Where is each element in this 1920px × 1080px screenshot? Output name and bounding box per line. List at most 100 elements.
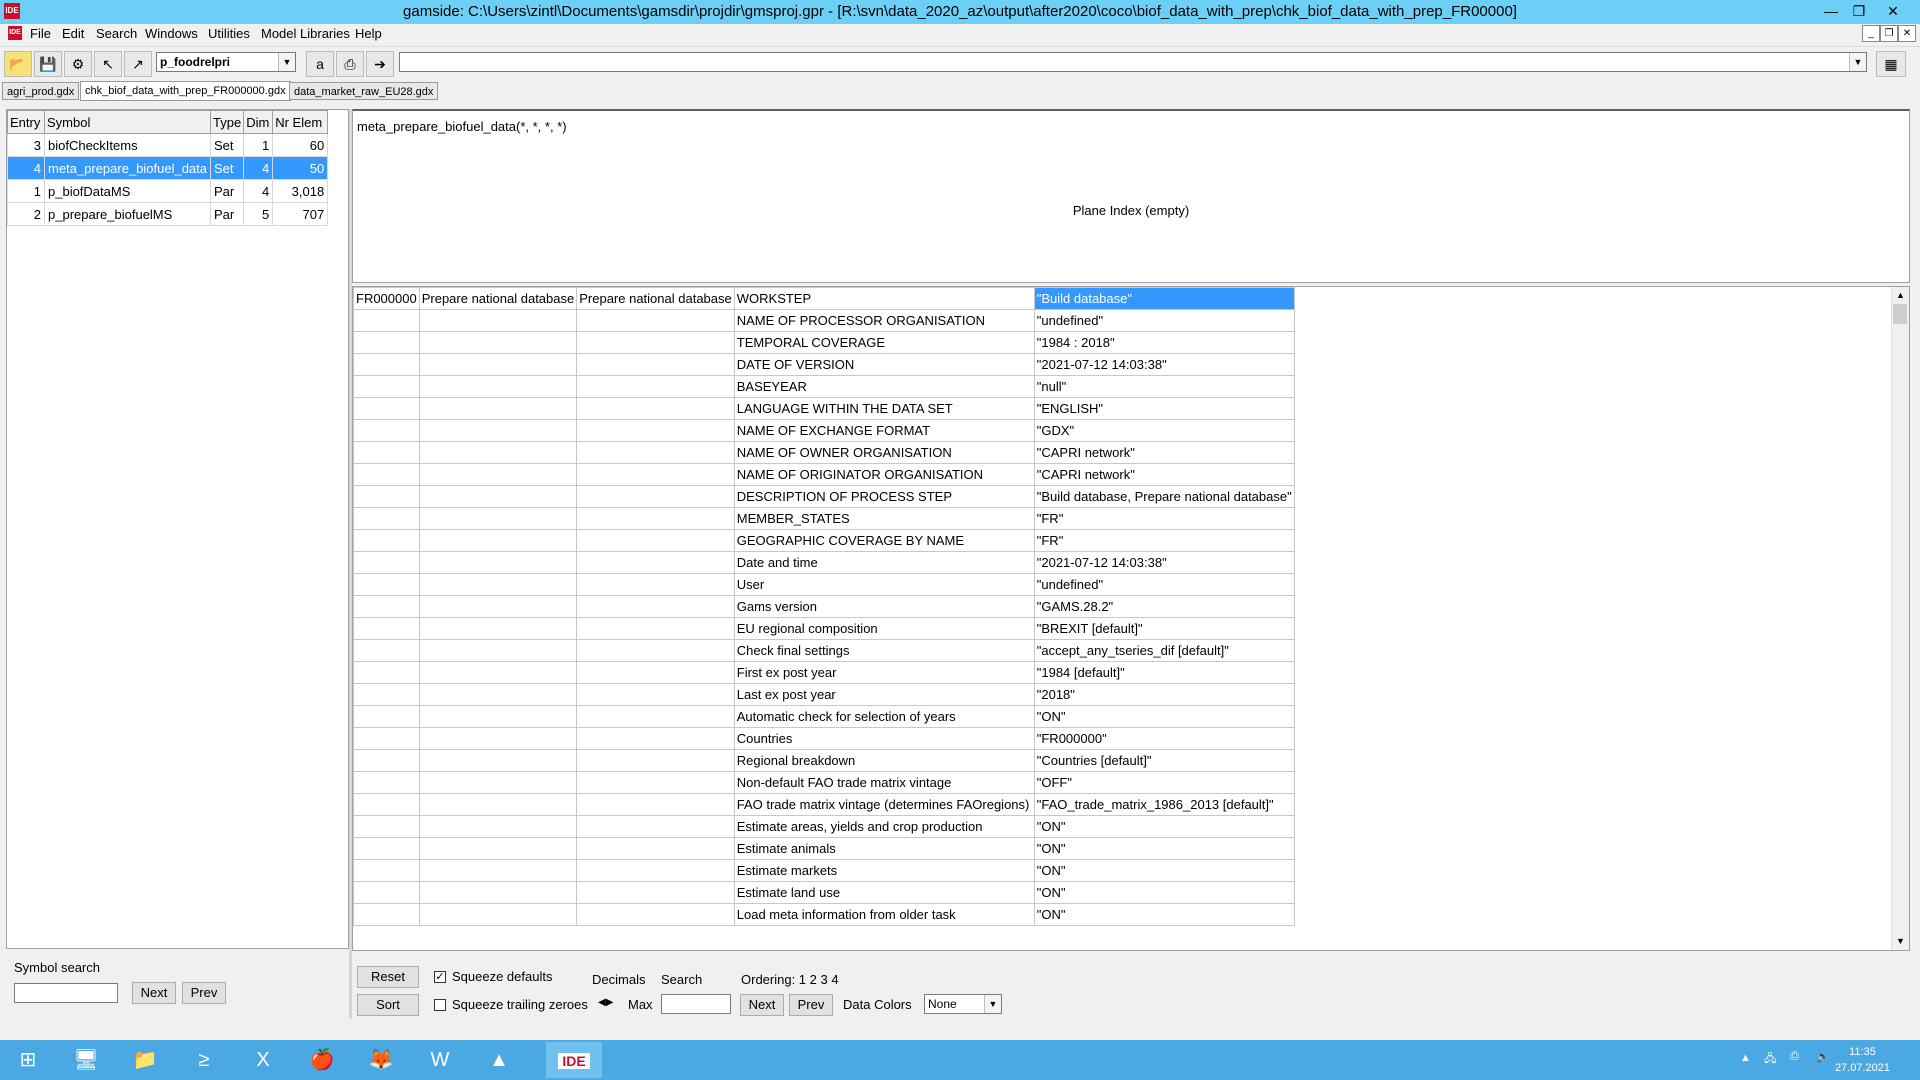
table-row[interactable]: Last ex post year "2018" [353, 683, 1295, 706]
table-row[interactable]: Estimate land use "ON" [353, 881, 1295, 904]
file-explorer-icon[interactable]: 📁 [117, 1042, 173, 1078]
export-icon[interactable]: ➔ [366, 51, 394, 77]
table-row[interactable]: LANGUAGE WITHIN THE DATA SET "ENGLISH" [353, 397, 1295, 420]
server-manager-icon[interactable]: 🖥 [58, 1042, 114, 1078]
decimals-spinner-icon[interactable]: ◀▶ [598, 997, 613, 1008]
col-dim[interactable]: Dim [243, 110, 274, 134]
cell-value[interactable]: "1984 [default]" [1033, 661, 1295, 684]
col-type[interactable]: Type [210, 110, 245, 134]
cell-value[interactable]: "ENGLISH" [1033, 397, 1295, 420]
run-icon[interactable]: ⚙ [64, 51, 92, 77]
save-icon[interactable]: 💾 [34, 51, 62, 77]
symbol-combo[interactable]: p_foodrelpri ▼ [156, 52, 296, 72]
cell-value[interactable]: "2021-07-12 14:03:38" [1033, 353, 1295, 376]
cell-value[interactable]: "FR" [1033, 507, 1295, 530]
fruit-app-icon[interactable]: 🍎 [294, 1042, 350, 1078]
cell-value[interactable]: "2021-07-12 14:03:38" [1033, 551, 1295, 574]
table-row[interactable]: FR000000 Prepare national database Prepa… [353, 287, 1295, 310]
table-row[interactable]: 3 biofCheckItems Set 1 60 [7, 133, 329, 157]
cell-value[interactable]: "undefined" [1033, 573, 1295, 596]
cell-value[interactable]: "CAPRI network" [1033, 441, 1295, 464]
col-entry[interactable]: Entry [7, 110, 45, 134]
tab-data-market[interactable]: data_market_raw_EU28.gdx [289, 82, 439, 100]
chevron-down-icon[interactable]: ▼ [1849, 53, 1866, 71]
command-combo[interactable]: ▼ [399, 52, 1867, 72]
cell-value[interactable]: "GAMS.28.2" [1033, 595, 1295, 618]
tab-agri-prod[interactable]: agri_prod.gdx [2, 82, 80, 100]
sort-button[interactable]: Sort [357, 994, 419, 1016]
menu-windows[interactable]: Windows [145, 26, 198, 41]
grid-search-input[interactable] [661, 994, 731, 1014]
a-button[interactable]: a [306, 51, 334, 77]
cell-value[interactable]: "2018" [1033, 683, 1295, 706]
chevron-down-icon[interactable]: ▼ [984, 995, 1001, 1013]
table-row[interactable]: Gams version "GAMS.28.2" [353, 595, 1295, 618]
start-windows-icon[interactable]: ⊞ [0, 1042, 56, 1078]
table-row[interactable]: Estimate animals "ON" [353, 837, 1295, 860]
document-icon[interactable]: IDE [8, 26, 22, 40]
table-row[interactable]: Estimate markets "ON" [353, 859, 1295, 882]
col-symbol[interactable]: Symbol [43, 110, 212, 134]
table-row[interactable]: EU regional composition "BREXIT [default]… [353, 617, 1295, 640]
symbol-next-button[interactable]: Next [132, 982, 176, 1004]
cell-value[interactable]: "undefined" [1033, 309, 1295, 332]
table-row[interactable]: TEMPORAL COVERAGE "1984 : 2018" [353, 331, 1295, 354]
close-icon[interactable]: ✕ [1880, 2, 1906, 20]
gams-ide-taskbar-button[interactable]: IDE [546, 1042, 602, 1078]
ordering-label[interactable]: Ordering: 1 2 3 4 [741, 972, 839, 987]
volume-icon[interactable]: 🔈 [1816, 1050, 1830, 1063]
table-row[interactable]: FAO trade matrix vintage (determines FAO… [353, 793, 1295, 816]
powershell-icon[interactable]: ≥ [176, 1042, 232, 1078]
table-row[interactable]: 1 p_biofDataMS Par 4 3,018 [7, 179, 329, 203]
cell-value[interactable]: "ON" [1033, 815, 1295, 838]
grid-next-button[interactable]: Next [740, 994, 784, 1016]
data-colors-select[interactable]: None ▼ [924, 994, 1002, 1014]
mdi-restore-icon[interactable]: ❐ [1880, 25, 1898, 42]
minimize-icon[interactable]: — [1818, 2, 1844, 20]
clock[interactable]: 11:35 27.07.2021 [1835, 1044, 1890, 1076]
excel-icon[interactable]: X [235, 1042, 291, 1078]
cell-value[interactable]: "Countries [default]" [1033, 749, 1295, 772]
model-icon[interactable]: ▦ [1876, 51, 1906, 77]
table-row[interactable]: Countries "FR000000" [353, 727, 1295, 750]
cell-value[interactable]: "ON" [1033, 859, 1295, 882]
table-row[interactable]: Estimate areas, yields and crop producti… [353, 815, 1295, 838]
cell-value[interactable]: "BREXIT [default]" [1033, 617, 1295, 640]
squeeze-defaults-checkbox[interactable]: ✓ [434, 971, 446, 983]
table-row[interactable]: DESCRIPTION OF PROCESS STEP "Build databa… [353, 485, 1295, 508]
scroll-thumb[interactable] [1893, 304, 1907, 324]
cell-value[interactable]: "OFF" [1033, 771, 1295, 794]
table-row[interactable]: Non-default FAO trade matrix vintage "OFF… [353, 771, 1295, 794]
table-row[interactable]: NAME OF EXCHANGE FORMAT "GDX" [353, 419, 1295, 442]
table-row[interactable]: User "undefined" [353, 573, 1295, 596]
cell-value[interactable]: "ON" [1033, 705, 1295, 728]
reset-button[interactable]: Reset [357, 966, 419, 988]
table-row[interactable]: 2 p_prepare_biofuelMS Par 5 707 [7, 202, 329, 226]
cell-value[interactable]: "CAPRI network" [1033, 463, 1295, 486]
cell-value[interactable]: "FAO_trade_matrix_1986_2013 [default]" [1033, 793, 1295, 816]
squeeze-trailing-checkbox[interactable] [434, 999, 446, 1011]
table-row[interactable]: NAME OF OWNER ORGANISATION "CAPRI network… [353, 441, 1295, 464]
menu-utilities[interactable]: Utilities [208, 26, 250, 41]
mdi-close-icon[interactable]: ✕ [1898, 25, 1916, 42]
cell-value[interactable]: "accept_any_tseries_dif [default]" [1033, 639, 1295, 662]
vertical-scrollbar[interactable]: ▲ ▼ [1891, 287, 1909, 950]
cell-value[interactable]: "Build database, Prepare national databa… [1033, 485, 1295, 508]
menu-edit[interactable]: Edit [62, 26, 84, 41]
cell-value[interactable]: "ON" [1033, 881, 1295, 904]
menu-help[interactable]: Help [355, 26, 382, 41]
open-folder-icon[interactable]: 📂 [4, 51, 32, 77]
table-row[interactable]: Automatic check for selection of years "O… [353, 705, 1295, 728]
cell-value[interactable]: "1984 : 2018" [1033, 331, 1295, 354]
table-row[interactable]: Regional breakdown "Countries [default]" [353, 749, 1295, 772]
word-icon[interactable]: W [412, 1042, 468, 1078]
pointer-alt-icon[interactable]: ↗ [124, 51, 152, 77]
menu-model-libraries[interactable]: Model Libraries [261, 26, 350, 41]
cell-value[interactable]: "ON" [1033, 837, 1295, 860]
tab-chk-biof[interactable]: chk_biof_data_with_prep_FR000000.gdx [80, 81, 291, 101]
scroll-up-icon[interactable]: ▲ [1892, 287, 1909, 304]
printer-icon[interactable]: ⎙ [1790, 1050, 1799, 1063]
table-row[interactable]: NAME OF ORIGINATOR ORGANISATION "CAPRI ne… [353, 463, 1295, 486]
chevron-up-icon[interactable]: ▲ [1740, 1052, 1751, 1064]
cell-value[interactable]: "GDX" [1033, 419, 1295, 442]
